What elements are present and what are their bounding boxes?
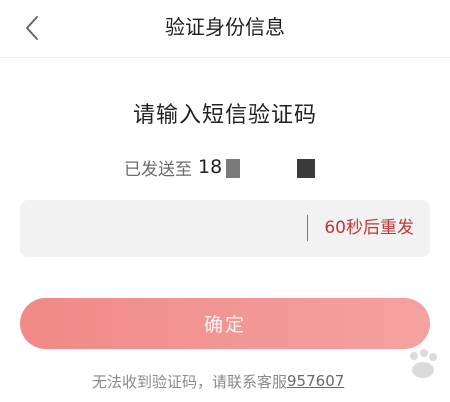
customer-service-phone[interactable]: 957607 <box>287 372 344 390</box>
help-text-row: 无法收到验证码，请联系客服 957607 <box>92 368 344 394</box>
phone-mask-block <box>226 159 240 178</box>
code-input-container: 60秒后重发 <box>20 200 430 257</box>
help-text: 无法收到验证码，请联系客服 <box>92 372 288 391</box>
confirm-button[interactable]: 确定 <box>20 298 430 349</box>
sent-to-label: 已发送至 <box>124 159 192 180</box>
phone-number: 18 <box>198 156 223 178</box>
nav-bar: 验证身份信息 <box>0 0 450 58</box>
page-title: 验证身份信息 <box>165 15 285 39</box>
resend-countdown[interactable]: 60秒后重发 <box>324 200 414 257</box>
phone-mask-block <box>297 159 315 178</box>
sent-to-row: 已发送至 18 <box>124 152 222 182</box>
watermark-icon <box>410 349 437 378</box>
sms-code-input[interactable] <box>20 200 300 257</box>
sms-code-heading: 请输入短信验证码 <box>132 103 317 128</box>
input-divider <box>307 215 308 241</box>
